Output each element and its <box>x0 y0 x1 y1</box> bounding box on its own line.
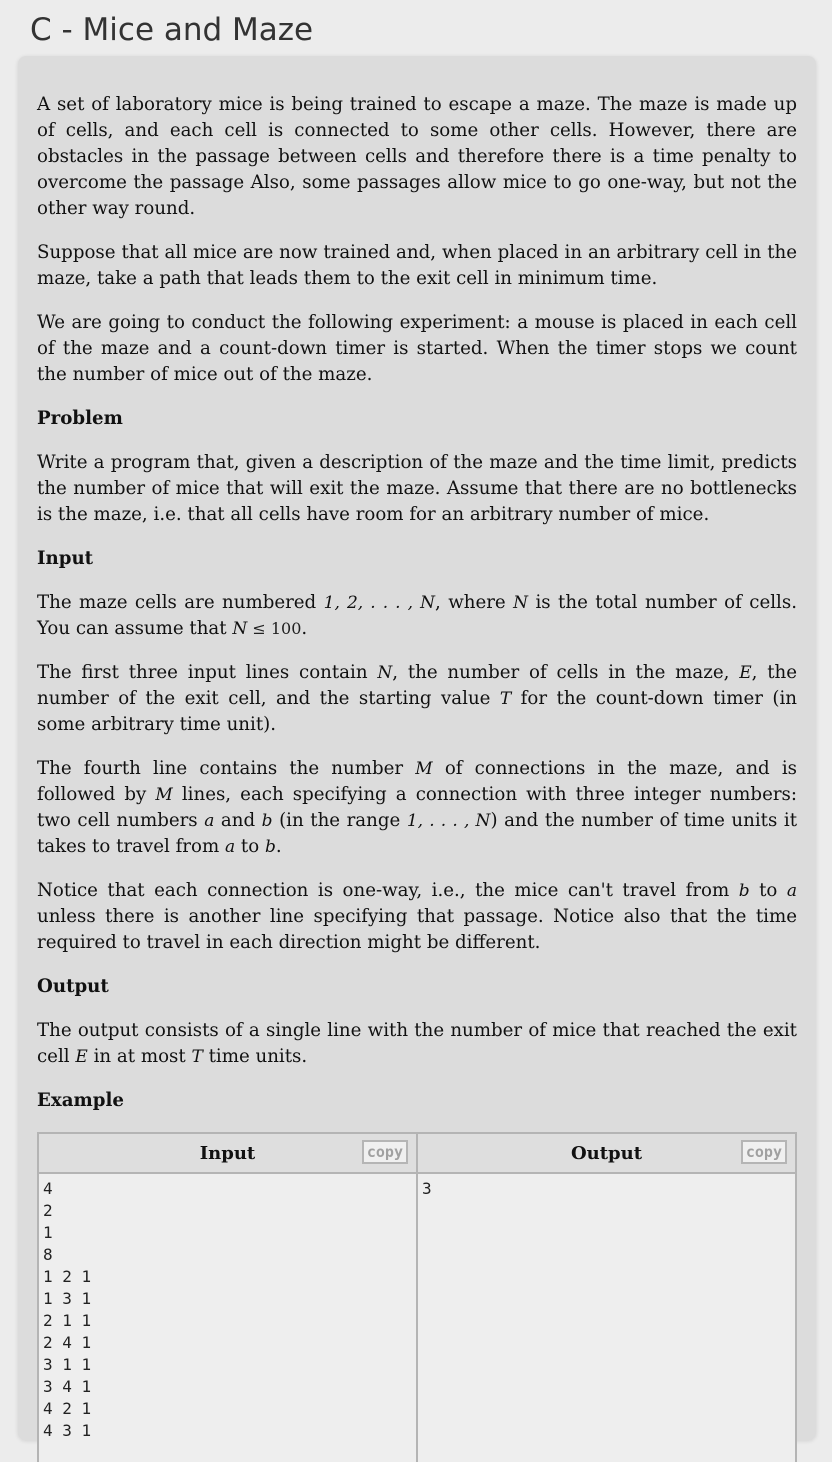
text-segment: to <box>235 836 265 857</box>
example-heading: Example <box>37 1090 124 1111</box>
math-t: T <box>499 689 512 709</box>
input-lines-paragraph: The first three input lines contain N, t… <box>37 660 797 738</box>
page-title: C - Mice and Maze <box>30 12 314 48</box>
math-a: a <box>204 811 215 831</box>
copy-input-button[interactable]: copy <box>361 1140 408 1164</box>
math-b: b <box>738 881 750 901</box>
connections-paragraph: The fourth line contains the number M of… <box>37 756 797 860</box>
problem-paragraph: Write a program that, given a descriptio… <box>37 452 797 525</box>
math-a: a <box>224 837 236 857</box>
math-e: E <box>75 1047 88 1067</box>
math-n: N <box>377 663 393 683</box>
one-way-paragraph: Notice that each connection is one-way, … <box>37 878 797 956</box>
example-input-header: Input copy <box>37 1132 418 1174</box>
assumption-paragraph: Suppose that all mice are now trained an… <box>37 242 797 289</box>
math-cells-range: 1, 2, . . . , N <box>323 593 435 613</box>
text-segment: in at most <box>87 1046 192 1067</box>
text-segment: (in the range <box>272 810 407 831</box>
problem-statement-card: A set of laboratory mice is being traine… <box>18 56 816 1462</box>
text-segment: The maze cells are numbered <box>37 592 324 613</box>
math-t: T <box>191 1047 203 1067</box>
math-a: a <box>786 881 797 901</box>
output-heading: Output <box>37 976 109 997</box>
text-segment: , the number of cells in the maze, <box>392 662 740 683</box>
math-b: b <box>264 837 276 857</box>
intro-paragraph: A set of laboratory mice is being traine… <box>37 94 797 219</box>
input-cells-paragraph: The maze cells are numbered 1, 2, . . . … <box>37 590 797 642</box>
text-segment: The first three input lines contain <box>37 662 378 683</box>
example-output-text: 3 <box>422 1179 432 1198</box>
math-e: E <box>739 663 752 683</box>
problem-content: A set of laboratory mice is being traine… <box>37 92 797 1462</box>
input-header-label: Input <box>199 1142 256 1164</box>
output-paragraph: The output consists of a single line wit… <box>37 1018 797 1070</box>
text-segment: to <box>749 880 787 901</box>
text-segment: . <box>275 836 282 857</box>
output-header-label: Output <box>570 1142 643 1164</box>
example-output-header: Output copy <box>416 1132 797 1174</box>
math-b: b <box>261 811 273 831</box>
math-bound-var: N <box>232 619 248 639</box>
problem-heading: Problem <box>37 408 123 429</box>
input-heading: Input <box>37 548 94 569</box>
text-segment: . <box>301 618 308 639</box>
math-m: M <box>155 785 173 805</box>
math-range: 1, . . . , N <box>406 811 491 831</box>
text-segment: time units. <box>202 1046 308 1067</box>
math-n: N <box>513 593 529 613</box>
experiment-paragraph: We are going to conduct the following ex… <box>37 312 797 385</box>
example-output-cell: 3 <box>416 1172 797 1462</box>
math-bound-op: ≤ <box>247 619 271 638</box>
example-input-cell: 4 2 1 8 1 2 1 1 3 1 2 1 1 2 4 1 3 1 1 3 … <box>37 1172 418 1462</box>
text-segment: The fourth line contains the number <box>37 758 416 779</box>
text-segment: and <box>214 810 262 831</box>
text-segment: Notice that each connection is one-way, … <box>37 880 739 901</box>
math-m: M <box>415 759 433 779</box>
example-input-text: 4 2 1 8 1 2 1 1 3 1 2 1 1 2 4 1 3 1 1 3 … <box>43 1179 92 1440</box>
copy-output-button[interactable]: copy <box>740 1140 787 1164</box>
math-bound-val: 100 <box>270 619 302 638</box>
text-segment: unless there is another line specifying … <box>37 906 797 953</box>
text-segment: , where <box>434 592 514 613</box>
example-table: Input copy Output copy 4 2 1 8 1 2 1 1 3… <box>37 1132 797 1462</box>
